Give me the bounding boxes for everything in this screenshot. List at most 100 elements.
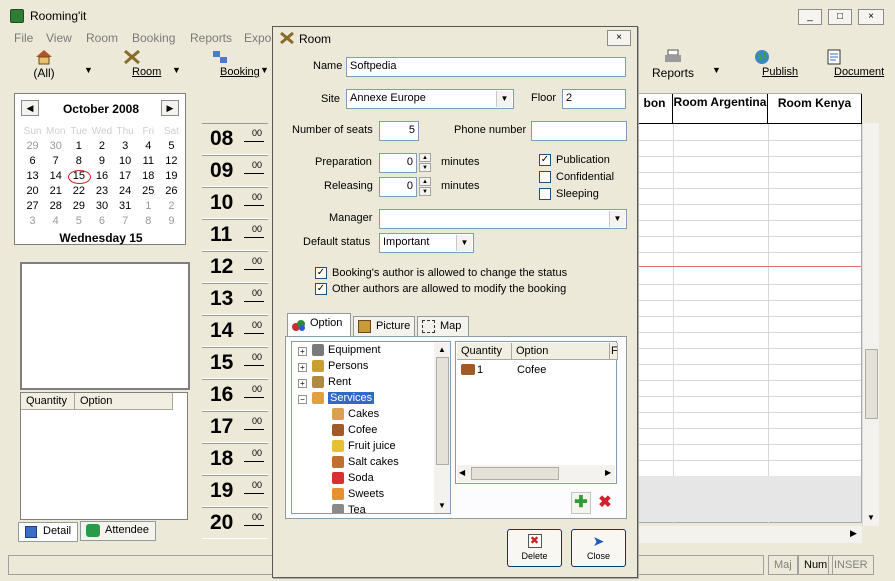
menu-room[interactable]: Room (86, 31, 118, 45)
room-button[interactable]: Room (112, 49, 161, 78)
calendar-day[interactable]: 10 (114, 154, 137, 169)
tree-node-equipment[interactable]: + Equipment (294, 344, 381, 359)
scroll-left-icon[interactable]: ◀ (459, 468, 465, 477)
calendar-day[interactable]: 14 (44, 169, 67, 184)
calendar-day[interactable]: 13 (21, 169, 44, 184)
chevron-down-icon[interactable]: ▼ (456, 235, 472, 251)
calendar-day[interactable]: 22 (67, 184, 90, 199)
name-field[interactable]: Softpedia (346, 57, 626, 77)
preparation-field[interactable]: 0 (379, 153, 417, 173)
releasing-down-icon[interactable]: ▼ (419, 187, 431, 196)
tab-attendee[interactable]: Attendee (80, 521, 156, 541)
tree-node-cofee[interactable]: Cofee (332, 424, 377, 439)
floor-field[interactable]: 2 (562, 89, 626, 109)
calendar-day[interactable]: 3 (21, 214, 44, 229)
seats-field[interactable]: 5 (379, 121, 419, 141)
manager-select[interactable]: ▼ (379, 209, 627, 229)
tree-node-sweets[interactable]: Sweets (332, 488, 384, 503)
scroll-right-icon[interactable]: ▶ (850, 528, 857, 539)
calendar-day[interactable]: 20 (21, 184, 44, 199)
calendar-day[interactable]: 2 (90, 139, 113, 154)
document-button[interactable]: Document (805, 49, 884, 78)
phone-field[interactable] (531, 121, 627, 141)
menu-reports[interactable]: Reports (190, 31, 232, 45)
tree-node-tea[interactable]: Tea (332, 504, 366, 513)
releasing-field[interactable]: 0 (379, 177, 417, 197)
column-header-quantity[interactable]: Quantity (21, 393, 75, 410)
calendar-day[interactable]: 9 (160, 214, 183, 229)
tree-node-rent[interactable]: + Rent (294, 376, 351, 391)
booking-button[interactable]: Booking (196, 49, 260, 78)
vertical-scrollbar[interactable]: ▼ (862, 123, 879, 526)
calendar-day[interactable]: 16 (90, 169, 113, 184)
calendar-day[interactable]: 30 (44, 139, 67, 154)
calendar-day[interactable]: 29 (21, 139, 44, 154)
column-header-option[interactable]: Option (512, 343, 610, 360)
expand-icon[interactable]: + (298, 379, 307, 388)
author-change-status-checkbox[interactable]: ✓ (315, 267, 327, 279)
calendar-day[interactable]: 17 (114, 169, 137, 184)
table-row[interactable]: 1 Cofee (459, 363, 609, 378)
calendar-day[interactable]: 6 (21, 154, 44, 169)
calendar-day[interactable]: 11 (137, 154, 160, 169)
add-option-button[interactable]: ✚ (571, 492, 591, 514)
tab-map[interactable]: Map (417, 316, 469, 336)
tree-node-fruit-juice[interactable]: Fruit juice (332, 440, 396, 455)
all-button[interactable]: (All) (28, 49, 60, 80)
menu-export[interactable]: Expo (244, 31, 271, 45)
menu-file[interactable]: File (14, 31, 33, 45)
sleeping-checkbox[interactable] (539, 188, 551, 200)
close-button[interactable]: ➤ Close (571, 529, 626, 567)
calendar-day[interactable]: 24 (114, 184, 137, 199)
calendar-day[interactable]: 12 (160, 154, 183, 169)
site-select[interactable]: Annexe Europe ▼ (346, 89, 514, 109)
preparation-up-icon[interactable]: ▲ (419, 153, 431, 162)
scroll-right-icon[interactable]: ▶ (605, 468, 611, 477)
publication-checkbox[interactable]: ✓ (539, 154, 551, 166)
expand-icon[interactable]: + (298, 363, 307, 372)
collapse-icon[interactable]: − (298, 395, 307, 404)
tab-detail[interactable]: Detail (18, 522, 78, 542)
calendar-day[interactable]: 18 (137, 169, 160, 184)
reports-button[interactable]: Reports (650, 49, 696, 80)
calendar-day[interactable]: 31 (114, 199, 137, 214)
calendar-day[interactable]: 1 (67, 139, 90, 154)
remove-option-button[interactable]: ✖ (595, 492, 615, 514)
default-status-select[interactable]: Important ▼ (379, 233, 474, 253)
confidential-checkbox[interactable] (539, 171, 551, 183)
scroll-down-icon[interactable]: ▼ (867, 513, 875, 522)
calendar-day[interactable]: 30 (90, 199, 113, 214)
booking-dropdown-arrow[interactable]: ▼ (260, 65, 269, 75)
expand-icon[interactable]: + (298, 347, 307, 356)
publish-button[interactable]: Publish (740, 49, 798, 78)
calendar-day-today[interactable]: 15 (67, 169, 92, 184)
column-header-quantity[interactable]: Quantity (457, 343, 512, 360)
tree-node-persons[interactable]: + Persons (294, 360, 368, 375)
tree-scroll-thumb[interactable] (436, 357, 449, 465)
calendar-day[interactable]: 6 (90, 214, 113, 229)
tab-option[interactable]: Option (287, 313, 351, 337)
calendar-day[interactable]: 29 (67, 199, 90, 214)
horizontal-scrollbar[interactable]: ▶ (636, 526, 862, 543)
scroll-down-icon[interactable]: ▼ (438, 501, 446, 510)
others-modify-checkbox[interactable]: ✓ (315, 283, 327, 295)
all-dropdown-arrow[interactable]: ▼ (84, 65, 93, 75)
calendar-day[interactable]: 23 (90, 184, 113, 199)
room-header-partial[interactable]: bon (637, 94, 673, 124)
room-header-kenya[interactable]: Room Kenya (768, 94, 862, 124)
next-month-button[interactable]: ▶ (161, 100, 179, 116)
chevron-down-icon[interactable]: ▼ (609, 211, 625, 227)
calendar-day[interactable]: 21 (44, 184, 67, 199)
calendar-day[interactable]: 28 (44, 199, 67, 214)
delete-button[interactable]: ✖ Delete (507, 529, 562, 567)
dialog-close-icon[interactable]: × (607, 30, 631, 46)
column-header-option[interactable]: Option (75, 393, 173, 410)
calendar-day[interactable]: 8 (137, 214, 160, 229)
calendar-day[interactable]: 27 (21, 199, 44, 214)
calendar-day[interactable]: 8 (67, 154, 90, 169)
calendar-day[interactable]: 25 (137, 184, 160, 199)
tab-picture[interactable]: Picture (353, 316, 415, 336)
grid-horizontal-scrollbar[interactable]: ◀ ▶ (457, 465, 615, 482)
calendar-day[interactable]: 4 (137, 139, 160, 154)
releasing-up-icon[interactable]: ▲ (419, 177, 431, 186)
